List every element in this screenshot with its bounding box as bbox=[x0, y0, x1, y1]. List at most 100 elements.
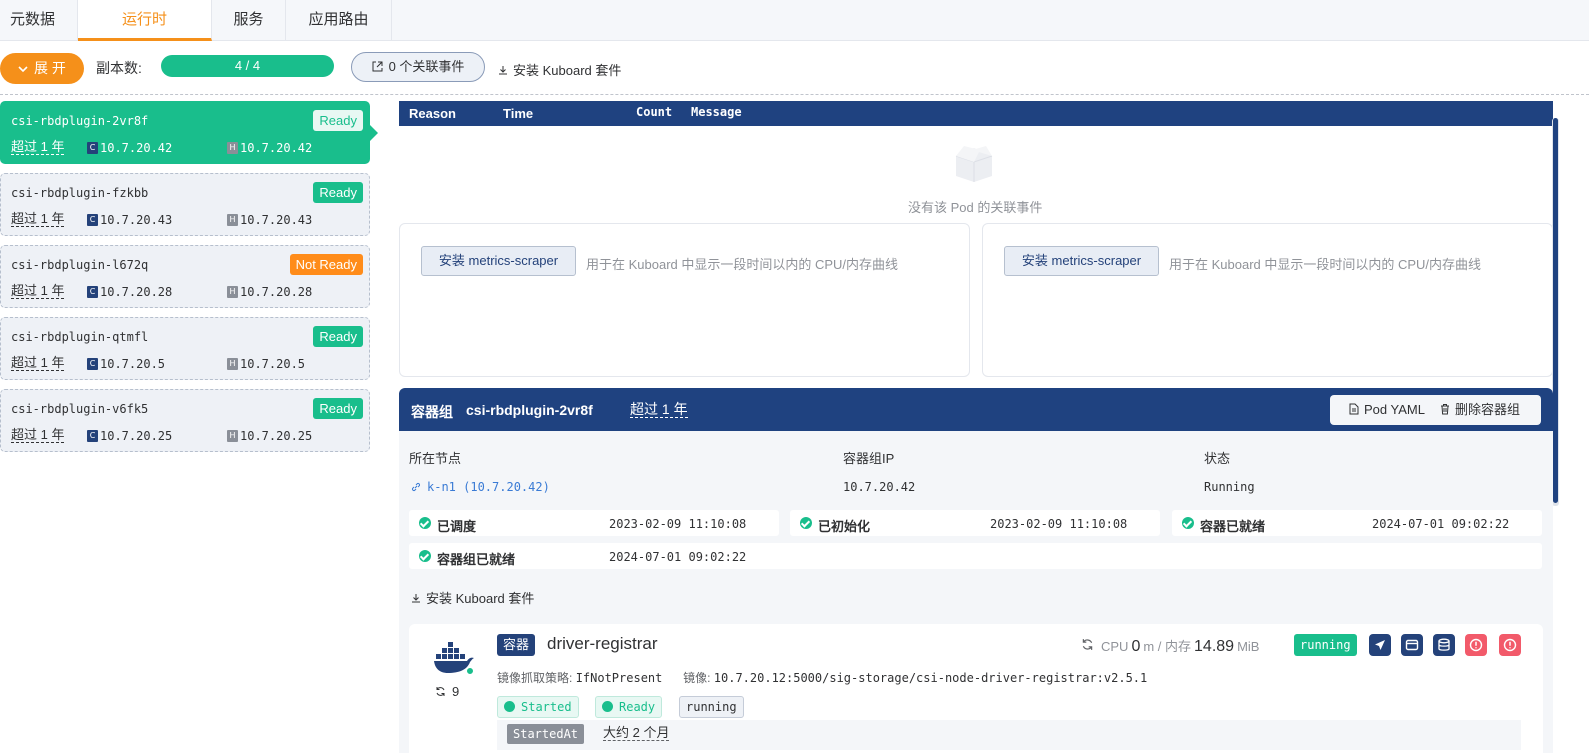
container-chip-icon: C bbox=[87, 214, 98, 226]
related-events-button[interactable]: 0 个关联事件 bbox=[351, 52, 485, 82]
trash-icon bbox=[1440, 396, 1450, 426]
image-info-line: 镜像抓取策略: IfNotPresent 镜像: 10.7.20.12:5000… bbox=[497, 669, 1147, 686]
tab-runtime[interactable]: 运行时 bbox=[78, 0, 212, 41]
database-icon[interactable] bbox=[1433, 634, 1455, 656]
tab-service[interactable]: 服务 bbox=[212, 0, 286, 41]
scrollbar-thumb[interactable] bbox=[1553, 118, 1558, 503]
metrics-panel-cpu: 安装 metrics-scraper 用于在 Kuboard 中显示一段时间以内… bbox=[399, 223, 970, 377]
cpu-label: CPU bbox=[1101, 639, 1129, 654]
host-chip-icon: H bbox=[227, 358, 238, 370]
pod-list-item[interactable]: csi-rbdplugin-qtmfl Ready 超过 1 年 C 10.7.2… bbox=[0, 317, 370, 380]
node-link[interactable]: k-n1 (10.7.20.42) bbox=[411, 480, 550, 495]
restart-count: 9 bbox=[435, 684, 459, 700]
pod-yaml-button[interactable]: Pod YAML bbox=[1349, 395, 1425, 426]
pod-name: csi-rbdplugin-qtmfl bbox=[11, 330, 149, 344]
status-badge: Ready bbox=[313, 110, 363, 131]
install-kuboard-link[interactable]: 安装 Kuboard 套件 bbox=[498, 60, 621, 79]
external-link-icon bbox=[372, 54, 383, 82]
condition-label: 已初始化 bbox=[818, 519, 871, 534]
container-name: driver-registrar bbox=[547, 634, 658, 653]
container-ip: C 10.7.20.43 bbox=[87, 213, 172, 227]
pod-age: 超过 1 年 bbox=[11, 211, 65, 227]
refresh-icon[interactable] bbox=[1081, 638, 1094, 654]
condition-time: 2023-02-09 11:10:08 bbox=[609, 517, 747, 531]
container-chip-icon: C bbox=[87, 142, 98, 154]
send-icon[interactable] bbox=[1369, 634, 1391, 656]
container-card: 9 容器 driver-registrar CPU 0 m / 内存 14.89… bbox=[409, 624, 1543, 753]
pod-list-item[interactable]: csi-rbdplugin-l672q Not Ready 超过 1 年 C 10… bbox=[0, 245, 370, 308]
restart-count-value: 9 bbox=[452, 684, 460, 699]
started-at-row: StartedAt 大约 2 个月 bbox=[497, 720, 1521, 750]
metrics-description: 用于在 Kuboard 中显示一段时间以内的 CPU/内存曲线 bbox=[1169, 257, 1482, 272]
host-ip: H 10.7.20.25 bbox=[227, 429, 312, 443]
node-value: k-n1 (10.7.20.42) bbox=[427, 480, 550, 494]
tab-metadata[interactable]: 元数据 bbox=[0, 0, 78, 41]
host-ip: H 10.7.20.5 bbox=[227, 357, 305, 371]
alert-icon[interactable] bbox=[1465, 634, 1487, 656]
pod-yaml-label: Pod YAML bbox=[1364, 402, 1425, 417]
ready-tag-label: Ready bbox=[619, 700, 656, 714]
terminal-icon[interactable] bbox=[1401, 634, 1423, 656]
column-time: Time bbox=[503, 106, 534, 121]
status-badge: Not Ready bbox=[289, 254, 363, 275]
container-ip-value: 10.7.20.5 bbox=[100, 357, 166, 371]
check-circle-icon bbox=[419, 550, 431, 562]
check-circle-icon bbox=[504, 701, 515, 712]
container-tag: 容器 bbox=[497, 634, 536, 656]
container-state-badge: running bbox=[1294, 634, 1357, 656]
pod-ip-value: 10.7.20.42 bbox=[843, 480, 916, 494]
host-chip-icon: H bbox=[227, 142, 238, 154]
condition-time: 2023-02-09 11:10:08 bbox=[990, 517, 1128, 531]
ready-tag: Ready bbox=[595, 696, 663, 718]
pod-list-item[interactable]: csi-rbdplugin-v6fk5 Ready 超过 1 年 C 10.7.2… bbox=[0, 389, 370, 452]
install-metrics-scraper-button[interactable]: 安装 metrics-scraper bbox=[1004, 246, 1159, 276]
host-ip: H 10.7.20.28 bbox=[227, 285, 312, 299]
tab-bar: 元数据 运行时 服务 应用路由 bbox=[0, 0, 1589, 41]
delete-pod-label: 删除容器组 bbox=[1455, 402, 1521, 417]
memory-value: 14.89 bbox=[1194, 638, 1235, 655]
condition-label: 容器组已就绪 bbox=[437, 552, 516, 567]
delete-pod-button[interactable]: 删除容器组 bbox=[1440, 395, 1520, 426]
column-message: Message bbox=[691, 105, 742, 119]
expand-button[interactable]: 展 开 bbox=[0, 53, 84, 84]
expand-label: 展 开 bbox=[34, 60, 66, 76]
pod-detail-title: 容器组 bbox=[411, 404, 453, 420]
container-ip-value: 10.7.20.42 bbox=[100, 141, 173, 155]
pod-list-item[interactable]: csi-rbdplugin-fzkbb Ready 超过 1 年 C 10.7.2… bbox=[0, 173, 370, 236]
started-at-value: 大约 2 个月 bbox=[603, 725, 670, 741]
container-ip-value: 10.7.20.25 bbox=[100, 429, 173, 443]
column-reason: Reason bbox=[409, 106, 456, 121]
install-metrics-scraper-button[interactable]: 安装 metrics-scraper bbox=[421, 246, 576, 276]
condition-scheduled: 已调度 2023-02-09 11:10:08 bbox=[409, 510, 779, 536]
tab-ingress[interactable]: 应用路由 bbox=[286, 0, 392, 41]
pod-detail-age: 超过 1 年 bbox=[630, 401, 688, 418]
column-count: Count bbox=[636, 105, 673, 119]
download-icon bbox=[411, 591, 421, 606]
memory-unit: MiB bbox=[1237, 639, 1260, 654]
host-ip-value: 10.7.20.43 bbox=[240, 213, 313, 227]
pod-age: 超过 1 年 bbox=[11, 139, 65, 155]
empty-box-icon bbox=[952, 142, 996, 184]
link-icon bbox=[411, 481, 421, 495]
alert-icon[interactable] bbox=[1499, 634, 1521, 656]
install-kuboard-link[interactable]: 安装 Kuboard 套件 bbox=[411, 588, 534, 607]
check-circle-icon bbox=[602, 701, 613, 712]
pod-list-item[interactable]: csi-rbdplugin-2vr8f Ready 超过 1 年 C 10.7.2… bbox=[0, 101, 378, 164]
events-table-header: Reason Time Count Message bbox=[399, 101, 1553, 126]
install-kuboard-label: 安装 Kuboard 套件 bbox=[426, 591, 535, 606]
status-label: 状态 bbox=[1204, 451, 1231, 466]
check-circle-icon bbox=[800, 517, 812, 529]
node-label: 所在节点 bbox=[409, 451, 462, 466]
container-ip: C 10.7.20.42 bbox=[87, 141, 172, 155]
host-ip-value: 10.7.20.5 bbox=[240, 357, 306, 371]
empty-events-text: 没有该 Pod 的关联事件 bbox=[908, 200, 1043, 215]
cpu-unit: m / 内存 bbox=[1143, 639, 1192, 654]
host-ip: H 10.7.20.42 bbox=[227, 141, 312, 155]
document-icon bbox=[1349, 396, 1359, 426]
container-ip-value: 10.7.20.28 bbox=[100, 285, 173, 299]
pod-age: 超过 1 年 bbox=[11, 427, 65, 443]
metrics-description: 用于在 Kuboard 中显示一段时间以内的 CPU/内存曲线 bbox=[586, 257, 899, 272]
chevron-down-icon bbox=[18, 53, 28, 84]
image-value: 10.7.20.12:5000/sig-storage/csi-node-dri… bbox=[713, 671, 1148, 685]
pod-detail-name: csi-rbdplugin-2vr8f bbox=[466, 402, 593, 418]
